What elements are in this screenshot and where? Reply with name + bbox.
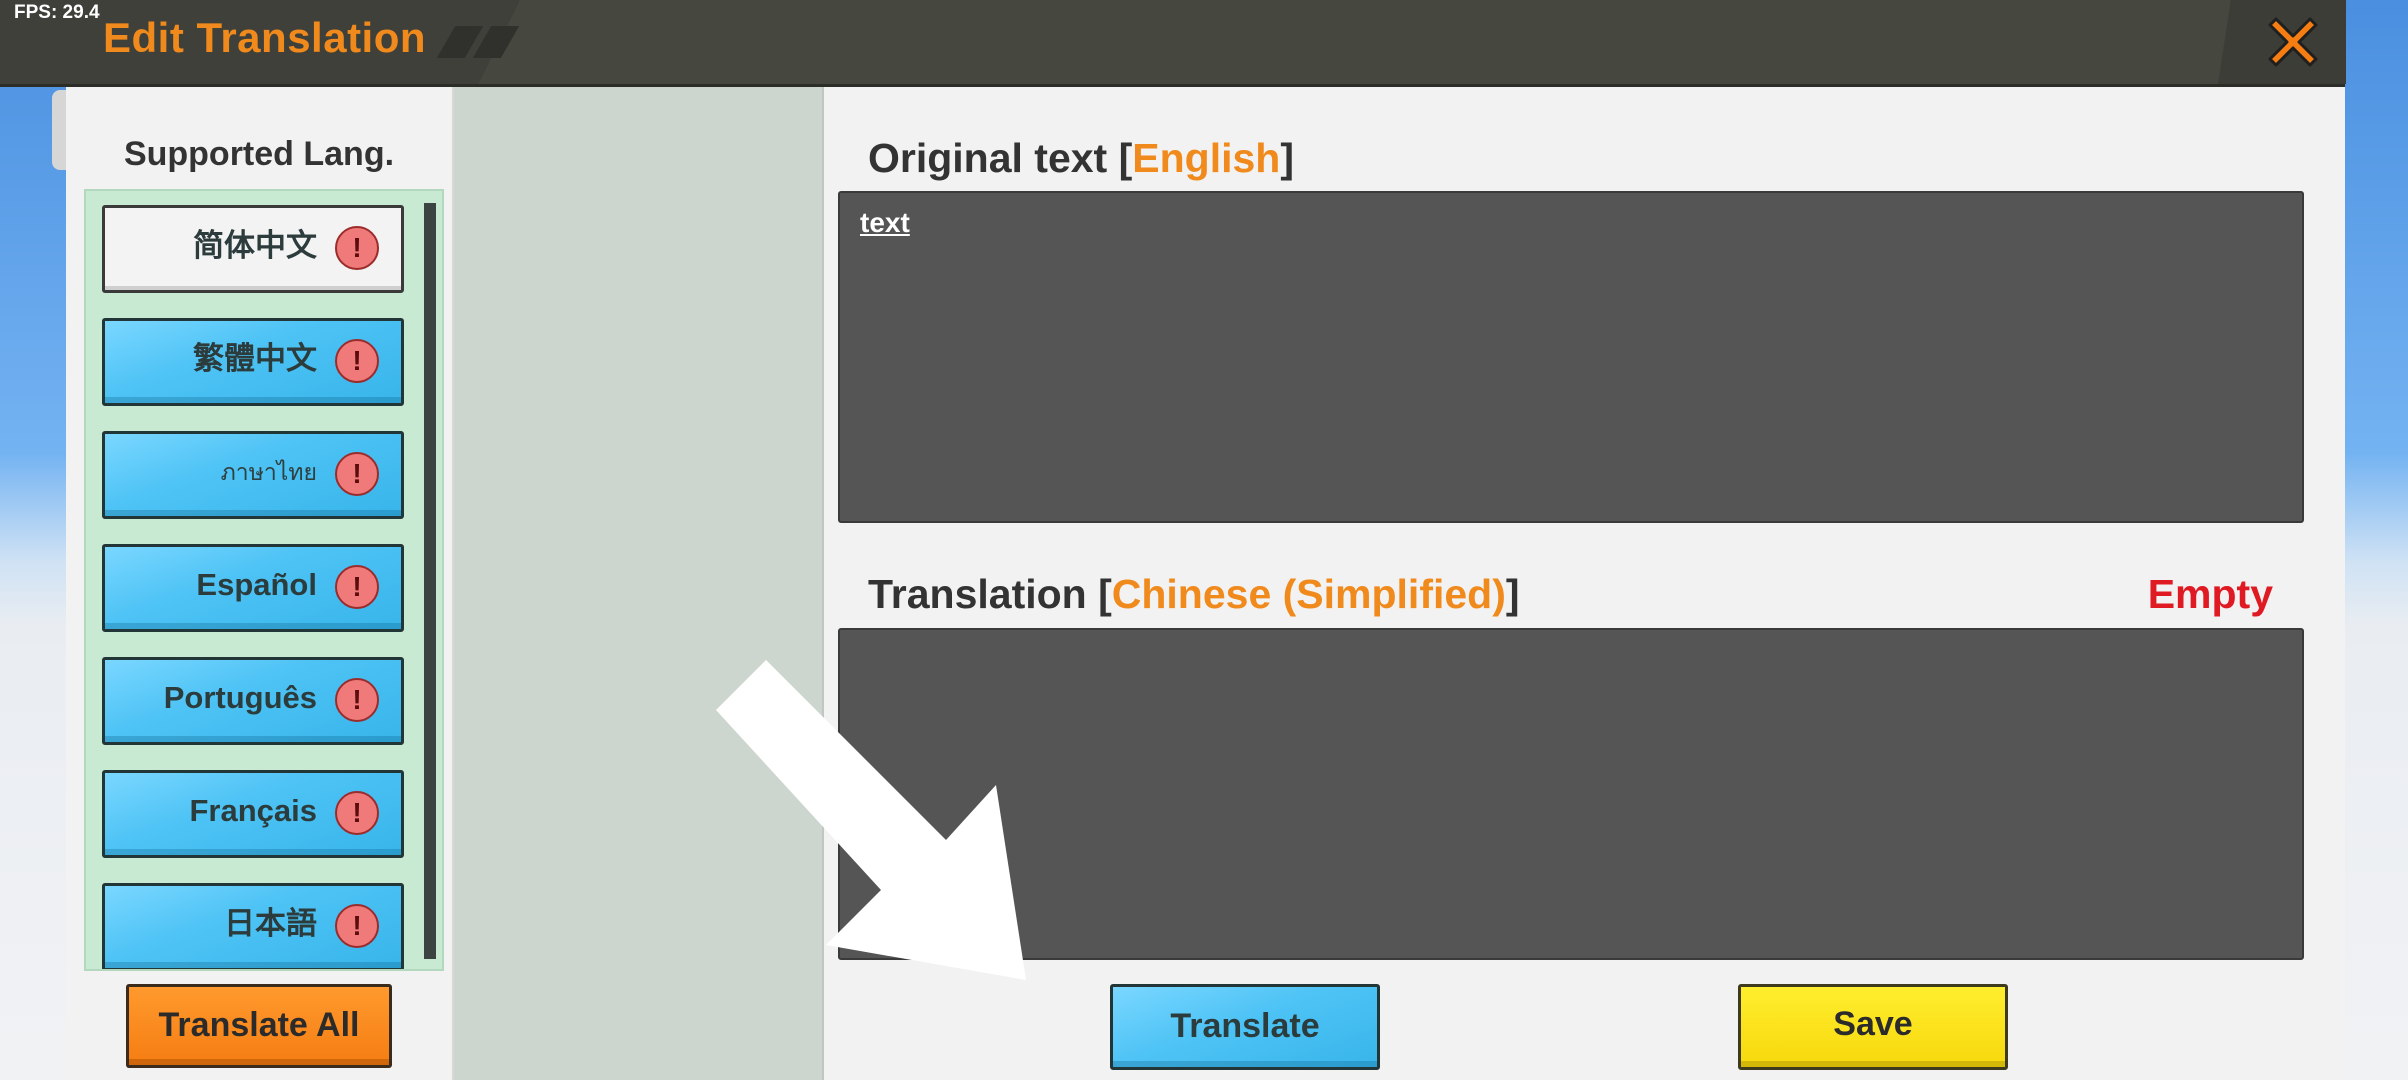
close-x-icon xyxy=(2268,17,2318,67)
window-title: Edit Translation xyxy=(103,14,427,61)
translation-title-suffix: ] xyxy=(1505,571,1520,617)
language-item-label: 繁體中文 xyxy=(193,341,317,376)
language-item-fr[interactable]: Français ! xyxy=(102,770,404,858)
edit-translation-panel: Supported Lang. 简体中文 ! 繁體中文 ! ภาษาไทย ! … xyxy=(66,87,2345,1080)
language-list[interactable]: 简体中文 ! 繁體中文 ! ภาษาไทย ! Español ! Portug… xyxy=(84,189,444,971)
translation-title: Translation [Chinese (Simplified)] xyxy=(868,571,1520,618)
language-item-label: Español xyxy=(196,567,317,602)
language-item-th[interactable]: ภาษาไทย ! xyxy=(102,431,404,519)
original-title-suffix: ] xyxy=(1280,135,1294,181)
language-item-ja[interactable]: 日本語 ! xyxy=(102,883,404,969)
warning-icon: ! xyxy=(335,565,379,609)
original-text-content: text xyxy=(860,207,910,238)
warning-icon: ! xyxy=(335,791,379,835)
translate-button[interactable]: Translate xyxy=(1110,984,1380,1070)
language-item-es[interactable]: Español ! xyxy=(102,544,404,632)
original-title-prefix: Original text [ xyxy=(868,135,1133,181)
supported-languages-title: Supported Lang. xyxy=(123,135,395,173)
original-text-box: text xyxy=(838,191,2304,523)
fps-counter: FPS: 29.4 xyxy=(14,2,100,23)
language-item-label: Português xyxy=(163,680,317,715)
translation-editor: Original text [English] text Translation… xyxy=(824,87,2345,1080)
translation-language: Chinese (Simplified) xyxy=(1111,571,1506,617)
language-item-zh-hant[interactable]: 繁體中文 ! xyxy=(102,318,404,406)
language-list-scrollbar[interactable] xyxy=(424,203,436,959)
language-item-label: 简体中文 xyxy=(193,228,317,263)
original-text-title: Original text [English] xyxy=(868,135,1294,182)
language-item-label: ภาษาไทย xyxy=(220,459,317,485)
warning-icon: ! xyxy=(335,452,379,496)
warning-icon: ! xyxy=(335,226,379,270)
close-button[interactable] xyxy=(2218,0,2346,84)
original-language: English xyxy=(1132,135,1281,181)
language-item-label: 日本語 xyxy=(224,906,317,941)
title-bar: FPS: 29.4 Edit Translation xyxy=(0,0,2346,87)
translation-status-label: Empty xyxy=(2147,571,2273,617)
language-sidebar: Supported Lang. 简体中文 ! 繁體中文 ! ภาษาไทย ! … xyxy=(66,87,454,1080)
translation-title-prefix: Translation [ xyxy=(868,571,1112,617)
translation-text-input[interactable] xyxy=(838,628,2304,960)
translate-all-button[interactable]: Translate All xyxy=(126,984,392,1068)
language-item-label: Français xyxy=(189,793,317,828)
warning-icon: ! xyxy=(335,678,379,722)
language-item-pt[interactable]: Português ! xyxy=(102,657,404,745)
warning-icon: ! xyxy=(335,904,379,948)
warning-icon: ! xyxy=(335,339,379,383)
save-button[interactable]: Save xyxy=(1738,984,2008,1070)
language-item-zh-hans[interactable]: 简体中文 ! xyxy=(102,205,404,293)
spacer-column xyxy=(454,87,824,1080)
